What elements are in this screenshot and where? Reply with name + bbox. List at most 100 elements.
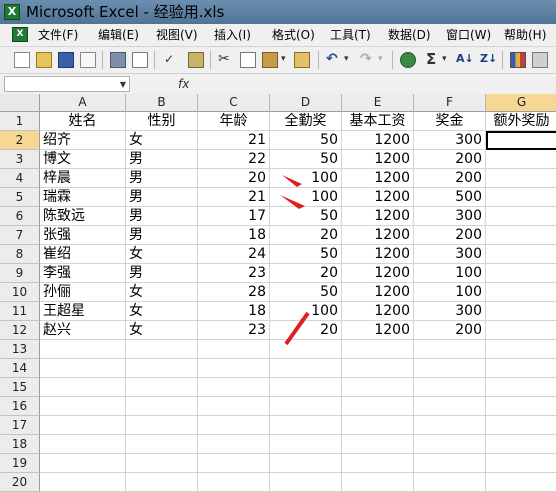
new-icon[interactable]	[14, 52, 30, 68]
table-cell[interactable]	[126, 359, 198, 378]
table-cell[interactable]: 男	[126, 169, 198, 188]
table-cell[interactable]: 女	[126, 283, 198, 302]
table-cell[interactable]: 200	[414, 150, 486, 169]
table-cell[interactable]: 300	[414, 302, 486, 321]
header-cell[interactable]: 基本工资	[342, 112, 414, 131]
table-cell[interactable]	[414, 435, 486, 454]
menu-view[interactable]: 视图(V)	[156, 26, 198, 44]
table-cell[interactable]	[198, 378, 270, 397]
table-cell[interactable]: 1200	[342, 321, 414, 340]
table-cell[interactable]	[198, 435, 270, 454]
row-header-19[interactable]: 19	[0, 454, 40, 473]
table-cell[interactable]	[342, 359, 414, 378]
table-cell[interactable]: 男	[126, 188, 198, 207]
table-cell[interactable]: 李强	[40, 264, 126, 283]
column-header-b[interactable]: B	[126, 94, 198, 112]
table-cell[interactable]	[126, 435, 198, 454]
table-cell[interactable]: 1200	[342, 245, 414, 264]
chart-wizard-icon[interactable]	[510, 52, 526, 68]
format-painter-icon[interactable]	[294, 52, 310, 68]
table-cell[interactable]	[270, 378, 342, 397]
table-cell[interactable]	[486, 302, 556, 321]
table-cell[interactable]: 男	[126, 264, 198, 283]
table-cell[interactable]	[414, 454, 486, 473]
drawing-icon[interactable]	[532, 52, 548, 68]
table-cell[interactable]	[270, 473, 342, 492]
table-cell[interactable]	[342, 454, 414, 473]
table-cell[interactable]	[126, 340, 198, 359]
sort-desc-icon[interactable]: Z↓	[480, 50, 497, 68]
table-cell[interactable]	[270, 397, 342, 416]
table-cell[interactable]	[414, 416, 486, 435]
table-cell[interactable]: 17	[198, 207, 270, 226]
table-cell[interactable]	[126, 416, 198, 435]
table-cell[interactable]	[40, 397, 126, 416]
table-cell[interactable]: 23	[198, 321, 270, 340]
table-cell[interactable]	[486, 416, 556, 435]
table-cell[interactable]: 崔绍	[40, 245, 126, 264]
row-header-10[interactable]: 10	[0, 283, 40, 302]
table-cell[interactable]	[270, 416, 342, 435]
table-cell[interactable]: 500	[414, 188, 486, 207]
row-header-16[interactable]: 16	[0, 397, 40, 416]
column-header-a[interactable]: A	[40, 94, 126, 112]
table-cell[interactable]	[126, 454, 198, 473]
table-cell[interactable]: 博文	[40, 150, 126, 169]
table-cell[interactable]	[414, 397, 486, 416]
table-cell[interactable]	[40, 378, 126, 397]
table-cell[interactable]	[40, 473, 126, 492]
table-cell[interactable]	[40, 340, 126, 359]
table-cell[interactable]	[270, 359, 342, 378]
table-cell[interactable]: 18	[198, 226, 270, 245]
table-cell[interactable]	[414, 378, 486, 397]
table-cell[interactable]: 24	[198, 245, 270, 264]
open-icon[interactable]	[36, 52, 52, 68]
row-header-1[interactable]: 1	[0, 112, 40, 131]
redo-icon[interactable]: ↷	[360, 50, 372, 68]
row-header-6[interactable]: 6	[0, 207, 40, 226]
fx-label[interactable]: fx	[178, 76, 189, 92]
research-icon[interactable]	[188, 52, 204, 68]
table-cell[interactable]	[40, 416, 126, 435]
table-cell[interactable]: 50	[270, 150, 342, 169]
table-cell[interactable]: 1200	[342, 131, 414, 150]
spelling-icon[interactable]: ✓	[164, 50, 174, 68]
table-cell[interactable]: 23	[198, 264, 270, 283]
autosum-dropdown-icon[interactable]: ▾	[442, 50, 447, 68]
row-header-4[interactable]: 4	[0, 169, 40, 188]
menu-file[interactable]: 文件(F)	[38, 26, 78, 44]
menu-window[interactable]: 窗口(W)	[446, 26, 491, 44]
table-cell[interactable]: 绍齐	[40, 131, 126, 150]
table-cell[interactable]	[486, 321, 556, 340]
table-cell[interactable]: 女	[126, 302, 198, 321]
table-cell[interactable]	[342, 416, 414, 435]
table-cell[interactable]: 100	[414, 283, 486, 302]
paste-dropdown-icon[interactable]: ▾	[281, 50, 286, 68]
table-cell[interactable]	[486, 264, 556, 283]
table-cell[interactable]: 20	[270, 226, 342, 245]
table-cell[interactable]	[198, 454, 270, 473]
table-cell[interactable]: 1200	[342, 169, 414, 188]
table-cell[interactable]	[126, 378, 198, 397]
row-header-11[interactable]: 11	[0, 302, 40, 321]
table-cell[interactable]: 50	[270, 131, 342, 150]
header-cell[interactable]: 全勤奖	[270, 112, 342, 131]
row-header-14[interactable]: 14	[0, 359, 40, 378]
table-cell[interactable]: 赵兴	[40, 321, 126, 340]
table-cell[interactable]	[486, 283, 556, 302]
autosum-icon[interactable]: Σ	[426, 50, 436, 68]
table-cell[interactable]: 梓晨	[40, 169, 126, 188]
header-cell[interactable]: 年龄	[198, 112, 270, 131]
table-cell[interactable]: 1200	[342, 188, 414, 207]
header-cell[interactable]: 性别	[126, 112, 198, 131]
table-cell[interactable]	[486, 207, 556, 226]
table-cell[interactable]	[40, 435, 126, 454]
row-header-18[interactable]: 18	[0, 435, 40, 454]
table-cell[interactable]	[198, 359, 270, 378]
table-cell[interactable]: 女	[126, 245, 198, 264]
row-header-13[interactable]: 13	[0, 340, 40, 359]
table-cell[interactable]: 孙俪	[40, 283, 126, 302]
table-cell[interactable]: 300	[414, 207, 486, 226]
hyperlink-icon[interactable]	[400, 52, 416, 68]
table-cell[interactable]: 28	[198, 283, 270, 302]
